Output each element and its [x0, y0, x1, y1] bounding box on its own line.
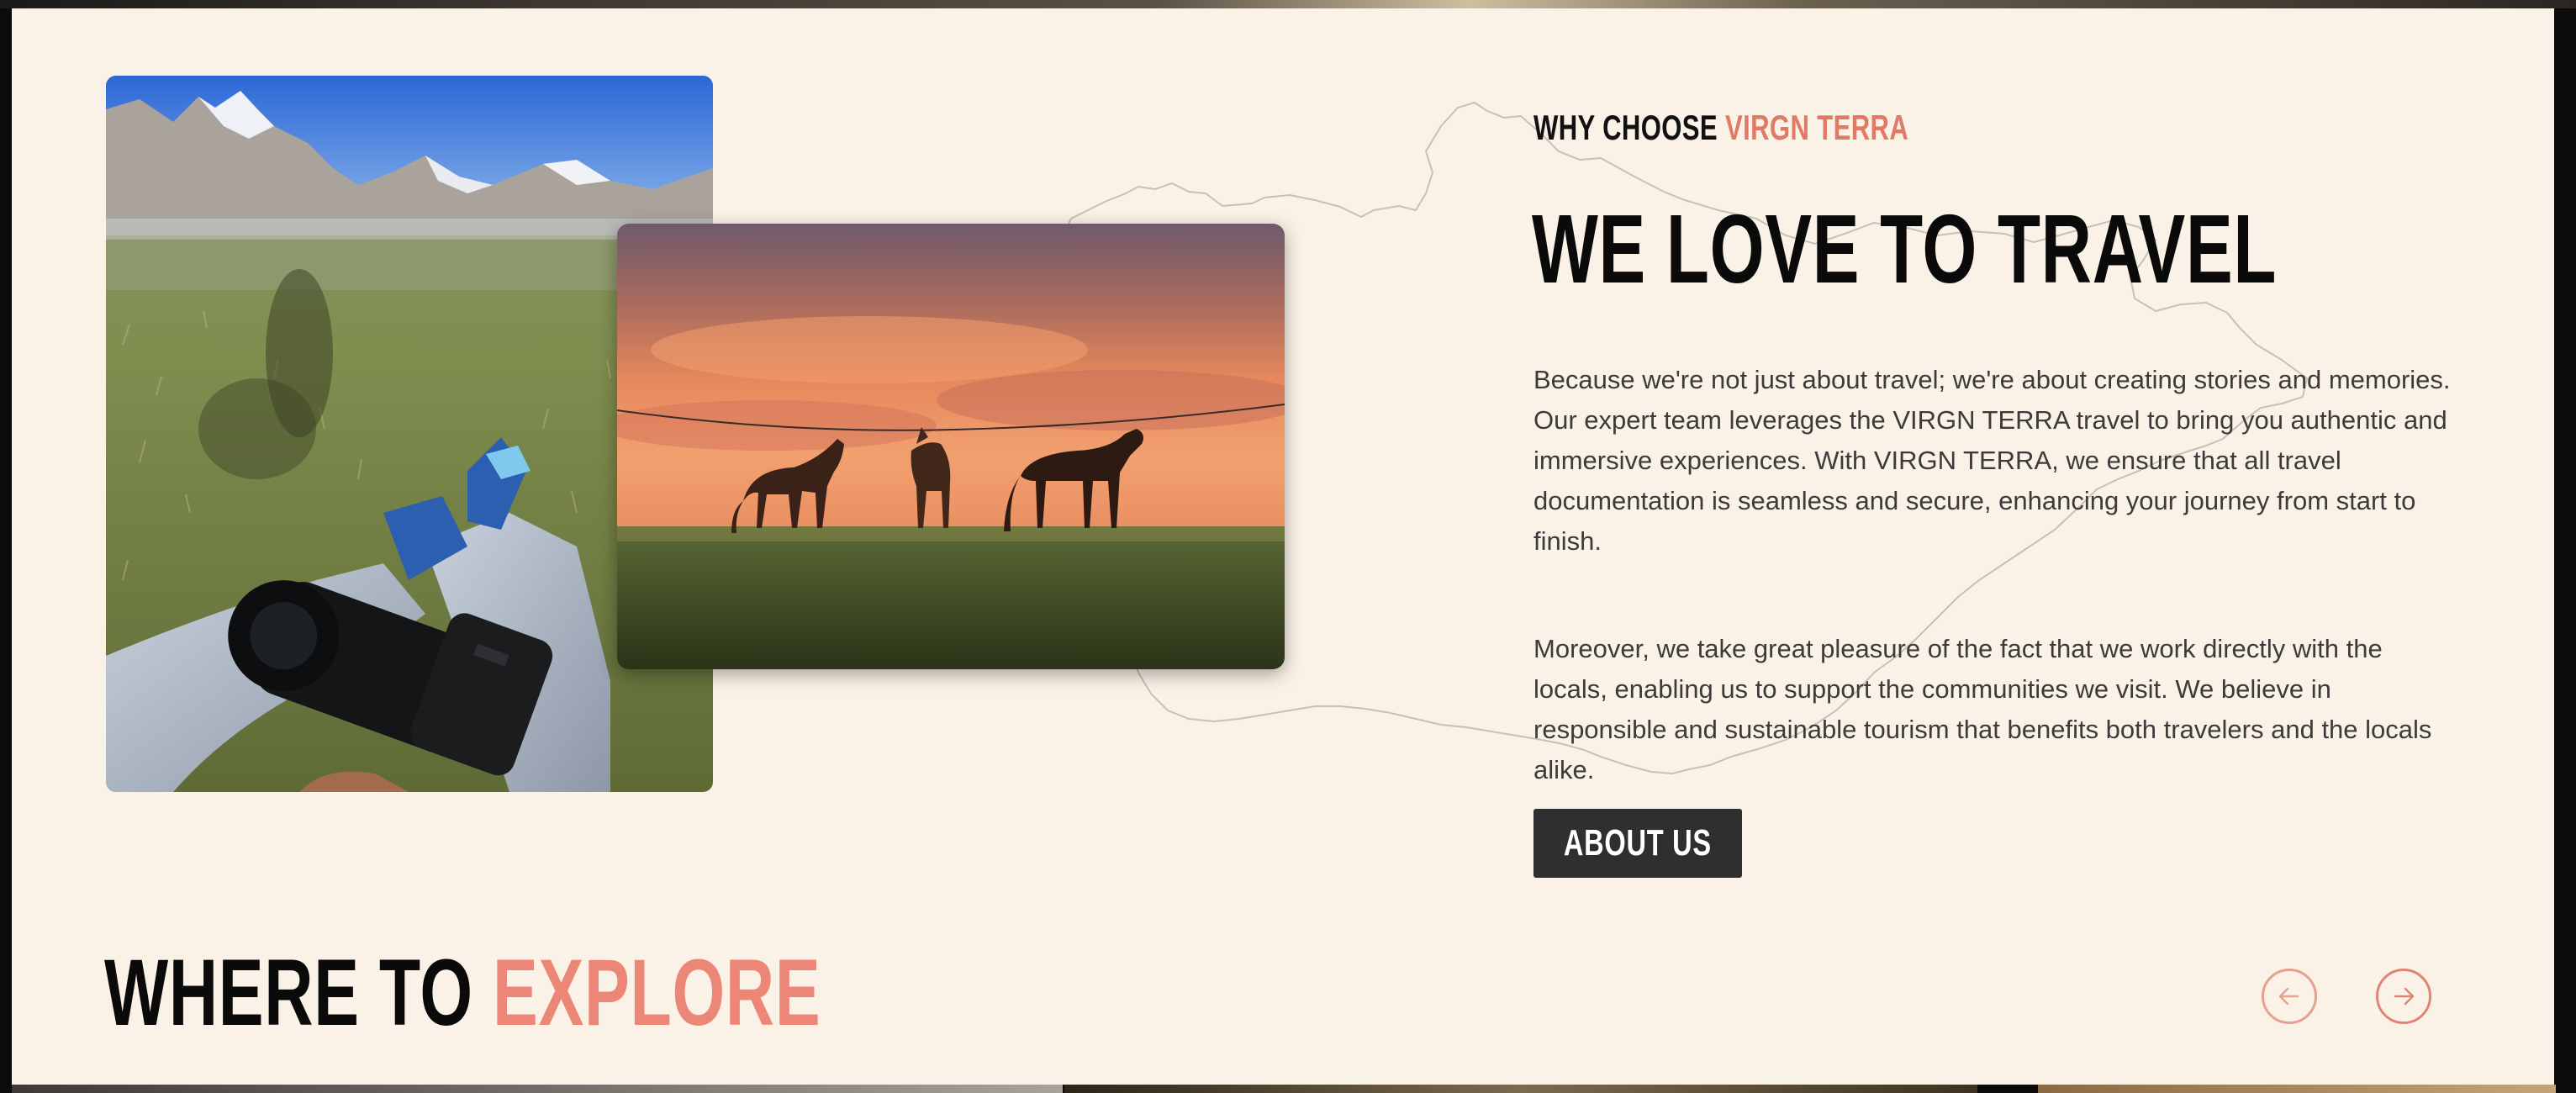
- why-choose-eyebrow: WHY CHOOSE VIRGN TERRA: [1533, 108, 1908, 148]
- explore-title: WHERE TO EXPLORE: [104, 943, 821, 1043]
- explore-title-plain: WHERE TO: [104, 940, 473, 1045]
- destination-card-peek[interactable]: [2038, 1085, 2556, 1093]
- horses-sunset-photo: [617, 224, 1285, 669]
- page: WHY CHOOSE VIRGN TERRA WE LOVE TO TRAVEL…: [0, 0, 2576, 1093]
- carousel-prev-button[interactable]: [2262, 969, 2317, 1024]
- destination-card-peek[interactable]: [1064, 1085, 1977, 1093]
- horses-sunset-image: [617, 224, 1285, 669]
- section-headline: WE LOVE TO TRAVEL: [1532, 194, 2278, 304]
- arrow-left-icon: [2278, 987, 2299, 1006]
- brand-name: VIRGN TERRA: [1725, 108, 1909, 147]
- explore-title-accent: EXPLORE: [492, 940, 821, 1045]
- community-paragraph: Moreover, we take great pleasure of the …: [1533, 634, 2432, 784]
- carousel-next-button[interactable]: [2376, 969, 2431, 1024]
- about-us-label: ABOUT US: [1564, 822, 1712, 863]
- about-us-button[interactable]: ABOUT US: [1533, 809, 1742, 878]
- hero-image-bottom-edge: [0, 0, 2576, 8]
- destination-card-peek[interactable]: [12, 1085, 1063, 1093]
- arrow-right-icon: [2394, 987, 2415, 1006]
- why-choose-prefix: WHY CHOOSE: [1533, 108, 1718, 147]
- intro-paragraph: Because we're not just about travel; we'…: [1533, 365, 2451, 556]
